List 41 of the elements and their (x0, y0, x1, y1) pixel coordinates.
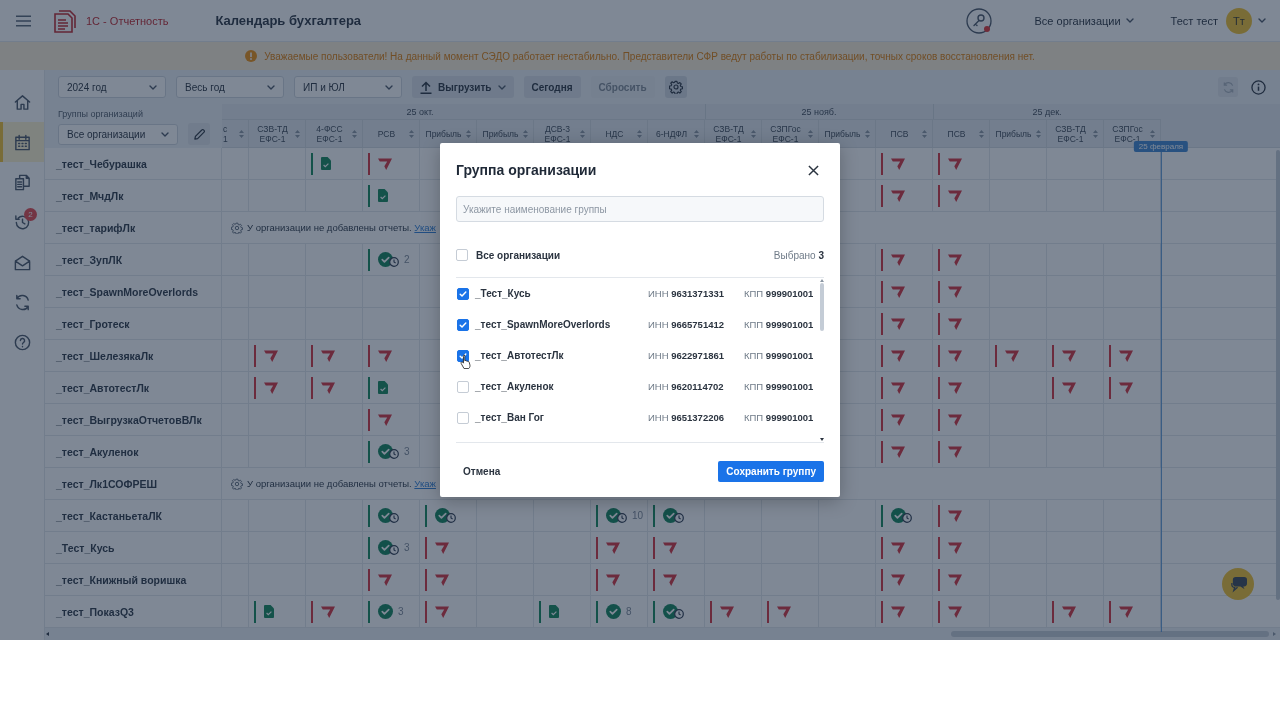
page-title: Календарь бухгалтера (215, 13, 362, 28)
organization-name: _тест_ВыгрузкаОтчетовВЛк (45, 404, 222, 435)
organization-name: _тест_ЗупЛК (45, 244, 222, 275)
announcement-text: Уважаемые пользователи! На данный момент СЭДО работает нестабильно. Представители СФР ведут работы по стабилизации, точных сроков восстановления нет. (264, 50, 1035, 62)
report-count: 8 (626, 606, 632, 617)
organization-name: _тест_Чебурашка (45, 148, 222, 179)
organization-name: _тест_МчдЛк (45, 180, 222, 211)
inn-number: ИНН 9622971861 (648, 350, 726, 361)
organization-name: _тест_SpawnMoreOverlords (45, 276, 222, 307)
report-count: 3 (398, 606, 404, 617)
kpp-number: КПП 999901001 (744, 412, 814, 423)
inn-number: ИНН 9651372206 (648, 412, 726, 423)
organization-name: _тест_Книжный воришка (45, 564, 222, 595)
organization-name: _тест_ПоказQ3 (45, 596, 222, 627)
notice-text: У организации не добавлены отчеты. Укаж (247, 478, 436, 489)
organization-name: _тест_Гротеск (45, 308, 222, 339)
date-label: 25 дек. (1032, 106, 1062, 117)
organization-name: _тест_Лк1СОФРЕШ (45, 468, 222, 499)
organization-name: _тест_ШелезякаЛк (45, 340, 222, 371)
report-count: 3 (404, 542, 410, 553)
organization-name: _тест_КастаньетаЛК (45, 500, 222, 531)
kpp-number: КПП 999901001 (744, 319, 814, 330)
organization-name: _тест_тарифЛк (45, 212, 222, 243)
count-badge: 2 (24, 208, 37, 221)
kpp-number: КПП 999901001 (744, 288, 814, 299)
dialog-title: Группа организации (456, 162, 597, 178)
notice-text: У организации не добавлены отчеты. Укаж (247, 222, 436, 233)
inn-number: ИНН 9631371331 (648, 288, 726, 299)
kpp-number: КПП 999901001 (744, 381, 814, 392)
today-label: 25 февраля (1133, 141, 1189, 152)
date-label: 25 окт. (406, 106, 434, 117)
selected-count: Выбрано 3 (773, 249, 824, 261)
report-count: 3 (404, 446, 410, 457)
organization-name: _тест_Акуленок (45, 436, 222, 467)
inn-number: ИНН 9665751412 (648, 319, 726, 330)
organization-name: _тест_АвтотестЛк (45, 372, 222, 403)
groups-label: Группы организаций (58, 109, 144, 120)
inn-number: ИНН 9620114702 (648, 381, 725, 392)
organization-name: _Тест_Кусь (45, 532, 222, 563)
date-label: 25 нояб. (801, 106, 837, 117)
kpp-number: КПП 999901001 (744, 350, 814, 361)
